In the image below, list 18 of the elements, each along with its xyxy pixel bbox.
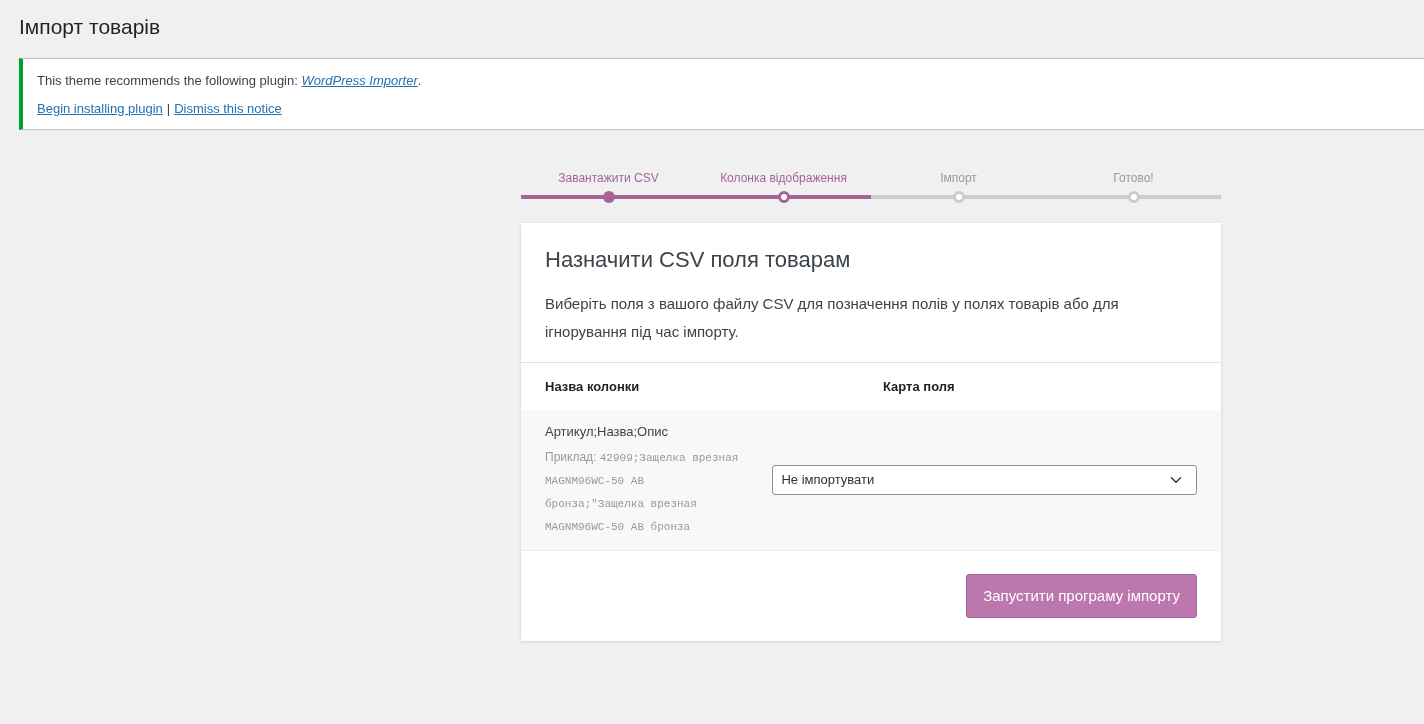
plugin-link[interactable]: WordPress Importer	[301, 73, 418, 89]
step-label: Завантажити CSV	[558, 170, 659, 188]
link-separator: |	[166, 99, 171, 118]
card-title: Назначити CSV поля товарам	[545, 247, 852, 274]
card-description: Виберіть поля з вашого файлу CSV для позначення полів у полях товарів або для ігнорування під час імпорту.	[545, 293, 1120, 342]
page-title: Імпорт товарів	[19, 14, 162, 40]
column-header: Карта поля	[883, 377, 955, 396]
notice-message: This theme recommends the following plugin: WordPress Importer.	[37, 72, 423, 91]
example-text: Приклад: 42909;Защелка врезная MAGNM96WC-50 AB бронза;"Защелка врезная MAGNM96WC-50 AB бронза	[545, 448, 740, 535]
step-label: Готово!	[1113, 170, 1154, 188]
step-label: Імпорт	[940, 170, 977, 188]
field-mapping-select[interactable]: Не імпортувати	[772, 464, 1197, 495]
step-label: Колонка відображення	[720, 170, 847, 188]
dismiss-notice-link[interactable]: Dismiss this notice	[174, 98, 282, 119]
install-plugin-link[interactable]: Begin installing plugin	[37, 98, 163, 119]
column-header: Назва колонки	[545, 377, 641, 396]
csv-column-name: Артикул;Назва;Опис	[545, 423, 670, 442]
run-importer-button[interactable]: Запустити програму імпорту	[966, 573, 1197, 619]
